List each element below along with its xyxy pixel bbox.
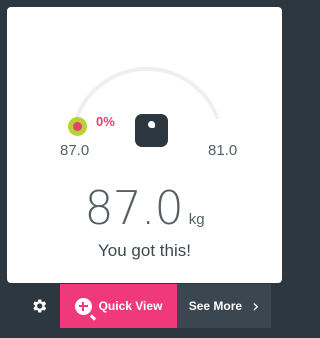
motivation-message: You got this! — [98, 241, 191, 260]
action-bar: Quick View See More › — [18, 284, 271, 328]
goal-weight: 81.0 — [208, 142, 238, 159]
start-marker — [68, 117, 87, 136]
zoom-plus-icon — [74, 297, 96, 321]
see-more-button[interactable]: See More › — [177, 284, 271, 328]
settings-button[interactable] — [18, 284, 60, 328]
gear-icon — [33, 299, 47, 313]
current-weight-value: 87.0 — [84, 181, 183, 235]
see-more-label: See More — [188, 299, 243, 313]
weight-card: 0% 87.0 81.0 87.0 kg You got this! — [7, 7, 282, 283]
progress-percent: 0% — [96, 114, 115, 129]
weight-unit: kg — [188, 211, 205, 228]
quick-view-label: Quick View — [98, 299, 163, 313]
quick-view-button[interactable]: Quick View — [60, 284, 177, 328]
start-weight: 87.0 — [60, 142, 90, 159]
chevron-right-icon: › — [252, 295, 260, 317]
current-weight: 87.0 kg — [7, 181, 282, 235]
scale-icon — [135, 114, 168, 147]
